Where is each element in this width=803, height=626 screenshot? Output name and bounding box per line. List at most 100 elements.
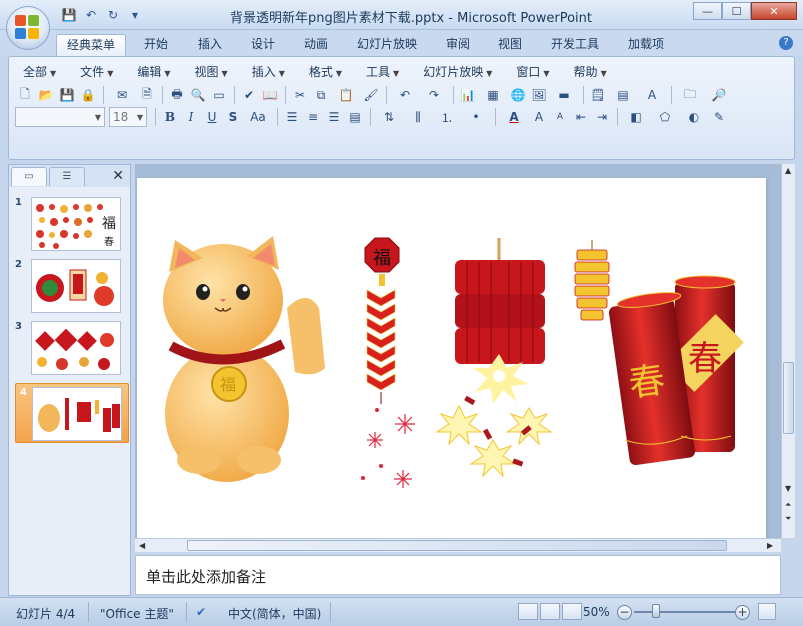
align-text-icon[interactable]: ⫼ bbox=[404, 107, 432, 127]
menu-format[interactable]: 格式 ▼ bbox=[301, 63, 350, 81]
picture-icon[interactable]: 🖼 bbox=[529, 85, 549, 105]
language-indicator[interactable]: 中文(简体，中国) bbox=[228, 605, 321, 622]
redo-icon[interactable]: ↻ bbox=[104, 6, 122, 24]
tab-addins[interactable]: 加载项 bbox=[618, 34, 674, 56]
new-slide-icon[interactable]: 🗒 bbox=[588, 85, 608, 105]
scroll-up-icon[interactable]: ▲ bbox=[785, 166, 791, 175]
tab-developer[interactable]: 开发工具 bbox=[541, 34, 609, 56]
help-icon[interactable]: ? bbox=[779, 36, 793, 50]
scroll-left-icon[interactable]: ◀ bbox=[139, 541, 145, 550]
publish-icon[interactable]: 🗎 bbox=[137, 85, 157, 105]
slide-thumbnail-3[interactable]: 3 bbox=[15, 321, 129, 377]
qat-more-icon[interactable]: ▾ bbox=[126, 6, 144, 24]
proofing-icon[interactable]: ✔ bbox=[196, 605, 206, 619]
undo-icon[interactable]: ↶ bbox=[391, 85, 419, 105]
horizontal-scrollbar[interactable]: ◀ ▶ bbox=[135, 538, 781, 552]
slides-tab[interactable]: ▭ bbox=[11, 167, 47, 186]
slide-thumbnail-4[interactable]: 4 bbox=[15, 383, 129, 443]
arrange-icon[interactable]: ◧ bbox=[622, 107, 650, 127]
hyperlink-icon[interactable]: 🌐 bbox=[508, 85, 528, 105]
menu-tools[interactable]: 工具 ▼ bbox=[358, 63, 407, 81]
menu-all[interactable]: 全部 ▼ bbox=[15, 63, 64, 81]
zoom-level[interactable]: 50% bbox=[583, 605, 610, 619]
folder-icon[interactable]: 🗀 bbox=[676, 85, 704, 105]
cut-icon[interactable]: ✂ bbox=[290, 85, 310, 105]
format-painter-icon[interactable]: 🖌 bbox=[361, 85, 381, 105]
slide-sorter-view-button[interactable] bbox=[540, 603, 560, 620]
vertical-scroll-thumb[interactable] bbox=[783, 362, 794, 434]
menu-edit[interactable]: 编辑 ▼ bbox=[129, 63, 178, 81]
shrink-font-icon[interactable]: A bbox=[550, 107, 570, 127]
normal-view-button[interactable] bbox=[518, 603, 538, 620]
zoom-in-button[interactable]: + bbox=[735, 605, 750, 620]
slide-thumbnail-1[interactable]: 1 福 春 bbox=[15, 197, 129, 253]
menu-slideshow[interactable]: 幻灯片放映 ▼ bbox=[415, 63, 500, 81]
bold-button[interactable]: B bbox=[160, 107, 180, 127]
shape-fill-icon[interactable]: ◐ bbox=[680, 107, 708, 127]
zoom-slider[interactable] bbox=[634, 611, 736, 613]
font-color-button[interactable]: A bbox=[500, 107, 528, 127]
open-icon[interactable]: 📂 bbox=[36, 85, 56, 105]
notes-pane[interactable]: 单击此处添加备注 bbox=[135, 555, 781, 595]
tab-slideshow[interactable]: 幻灯片放映 bbox=[347, 34, 427, 56]
font-size-combo[interactable]: 18 ▼ bbox=[109, 107, 147, 127]
table-icon[interactable]: ▦ bbox=[479, 85, 507, 105]
theme-name[interactable]: "Office 主题" bbox=[100, 605, 174, 622]
fit-to-window-button[interactable] bbox=[758, 603, 776, 620]
copy-icon[interactable]: ⧉ bbox=[311, 85, 331, 105]
next-slide-icon[interactable]: ⏷ bbox=[785, 514, 791, 524]
font-name-combo[interactable]: ▼ bbox=[15, 107, 105, 127]
slideshow-view-button[interactable] bbox=[562, 603, 582, 620]
scroll-down-icon[interactable]: ▼ bbox=[785, 484, 791, 493]
tab-animation[interactable]: 动画 bbox=[294, 34, 338, 56]
vertical-scrollbar[interactable]: ▲ ▼ ⏶ ⏷ bbox=[781, 164, 795, 538]
tab-home[interactable]: 开始 bbox=[134, 34, 178, 56]
slide-thumbnail-2[interactable]: 2 bbox=[15, 259, 129, 315]
change-case-button[interactable]: Aa bbox=[244, 107, 272, 127]
paste-icon[interactable]: 📋 bbox=[332, 85, 360, 105]
tab-insert[interactable]: 插入 bbox=[188, 34, 232, 56]
align-left-icon[interactable]: ☰ bbox=[282, 107, 302, 127]
email-icon[interactable]: ✉ bbox=[108, 85, 136, 105]
tab-review[interactable]: 审阅 bbox=[436, 34, 480, 56]
align-right-icon[interactable]: ☰ bbox=[324, 107, 344, 127]
zoom-out-button[interactable]: − bbox=[617, 605, 632, 620]
new-icon[interactable]: 🗋 bbox=[15, 85, 35, 105]
research-icon[interactable]: 📖 bbox=[260, 85, 280, 105]
redo-icon[interactable]: ↷ bbox=[420, 85, 448, 105]
menu-view[interactable]: 视图 ▼ bbox=[187, 63, 236, 81]
office-button[interactable] bbox=[6, 6, 50, 50]
zoom-icon[interactable]: 🔎 bbox=[705, 85, 733, 105]
maximize-button[interactable]: ☐ bbox=[722, 2, 751, 20]
border-icon[interactable]: ▬ bbox=[550, 85, 578, 105]
underline-button[interactable]: U bbox=[202, 107, 222, 127]
shadow-button[interactable]: S bbox=[223, 107, 243, 127]
spelling-icon[interactable]: ✔ bbox=[239, 85, 259, 105]
close-button[interactable]: ✕ bbox=[751, 2, 797, 20]
tab-design[interactable]: 设计 bbox=[241, 34, 285, 56]
bullets-icon[interactable]: • bbox=[462, 107, 490, 127]
print-icon[interactable]: 🖶 bbox=[167, 85, 187, 105]
tab-view[interactable]: 视图 bbox=[488, 34, 532, 56]
save-icon[interactable]: 💾 bbox=[57, 85, 77, 105]
menu-insert[interactable]: 插入 ▼ bbox=[244, 63, 293, 81]
decrease-indent-icon[interactable]: ⇤ bbox=[571, 107, 591, 127]
outline-tab[interactable]: ☰ bbox=[49, 167, 85, 186]
horizontal-scroll-thumb[interactable] bbox=[187, 540, 727, 551]
print-preview-icon[interactable]: 🔍 bbox=[188, 85, 208, 105]
view-icon[interactable]: ▭ bbox=[209, 85, 229, 105]
numbering-icon[interactable]: ⒈ bbox=[433, 107, 461, 127]
scroll-right-icon[interactable]: ▶ bbox=[767, 541, 773, 550]
shape-outline-icon[interactable]: ✎ bbox=[709, 107, 729, 127]
textbox-icon[interactable]: A bbox=[638, 85, 666, 105]
italic-button[interactable]: I bbox=[181, 107, 201, 127]
undo-icon[interactable]: ↶ bbox=[82, 6, 100, 24]
previous-slide-icon[interactable]: ⏶ bbox=[785, 500, 791, 510]
chart-icon[interactable]: 📊 bbox=[458, 85, 478, 105]
menu-file[interactable]: 文件 ▼ bbox=[72, 63, 121, 81]
menu-window[interactable]: 窗口 ▼ bbox=[508, 63, 557, 81]
minimize-button[interactable]: — bbox=[693, 2, 722, 20]
align-center-icon[interactable]: ≡ bbox=[303, 107, 323, 127]
zoom-slider-handle[interactable] bbox=[652, 604, 660, 618]
layout-icon[interactable]: ▤ bbox=[609, 85, 637, 105]
